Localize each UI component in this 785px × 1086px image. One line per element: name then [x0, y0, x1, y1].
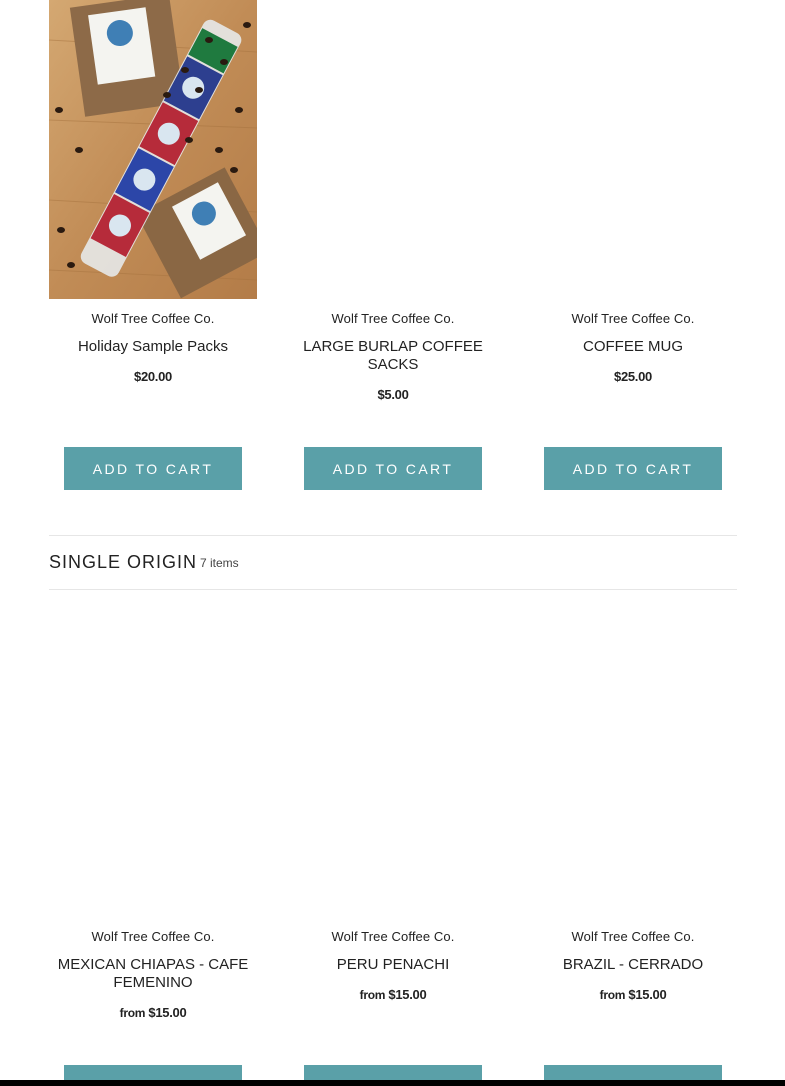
product-card-mexican-chiapas: Wolf Tree Coffee Co. MEXICAN CHIAPAS - C…	[49, 618, 257, 1038]
collection-item-count: 7 items	[200, 556, 239, 570]
product-card-coffee-mug: Wolf Tree Coffee Co. COFFEE MUG $25.00	[529, 0, 737, 420]
product-title[interactable]: COFFEE MUG	[529, 338, 737, 356]
price-prefix: from	[119, 1006, 146, 1020]
product-price: $20.00	[134, 369, 172, 384]
product-price: $5.00	[377, 387, 409, 402]
product-vendor: Wolf Tree Coffee Co.	[331, 311, 455, 326]
product-card-burlap-sacks: Wolf Tree Coffee Co. LARGE BURLAP COFFEE…	[289, 0, 497, 420]
product-vendor: Wolf Tree Coffee Co.	[571, 929, 695, 944]
product-vendor: Wolf Tree Coffee Co.	[91, 311, 215, 326]
product-title[interactable]: MEXICAN CHIAPAS - CAFE FEMENINO	[49, 956, 257, 992]
viewport-bottom-edge	[0, 1080, 785, 1086]
price-prefix: from	[359, 988, 386, 1002]
product-image-holiday-sample-packs[interactable]	[49, 0, 257, 299]
product-price: from $15.00	[529, 987, 737, 1002]
product-vendor: Wolf Tree Coffee Co.	[91, 929, 215, 944]
product-title[interactable]: Holiday Sample Packs	[49, 338, 257, 356]
product-image-mexican-chiapas[interactable]	[49, 618, 257, 917]
product-image-peru-penachi[interactable]	[289, 618, 497, 917]
product-vendor: Wolf Tree Coffee Co.	[331, 929, 455, 944]
price-value: $15.00	[388, 987, 427, 1002]
product-price: from $15.00	[49, 1005, 257, 1020]
product-title[interactable]: BRAZIL - CERRADO	[529, 956, 737, 974]
add-to-cart-button[interactable]: ADD TO CART	[304, 447, 482, 490]
product-card-brazil-cerrado: Wolf Tree Coffee Co. BRAZIL - CERRADO fr…	[529, 618, 737, 1038]
add-to-cart-button[interactable]: ADD TO CART	[64, 447, 242, 490]
product-card-holiday-sample-packs: Wolf Tree Coffee Co. Holiday Sample Pack…	[49, 0, 257, 420]
collection-title[interactable]: SINGLE ORIGIN	[49, 552, 197, 573]
product-image-burlap-sacks[interactable]	[289, 0, 497, 299]
collection-header: SINGLE ORIGIN 7 items	[49, 535, 737, 590]
add-to-cart-button[interactable]: ADD TO CART	[544, 447, 722, 490]
product-card-peru-penachi: Wolf Tree Coffee Co. PERU PENACHI from $…	[289, 618, 497, 1038]
product-image-brazil-cerrado[interactable]	[529, 618, 737, 917]
holiday-sample-packs-photo	[49, 0, 257, 299]
price-value: $15.00	[628, 987, 667, 1002]
product-image-coffee-mug[interactable]	[529, 0, 737, 299]
product-price: $25.00	[614, 369, 652, 384]
price-prefix: from	[599, 988, 626, 1002]
price-value: $15.00	[148, 1005, 187, 1020]
product-title[interactable]: LARGE BURLAP COFFEE SACKS	[289, 338, 497, 374]
product-vendor: Wolf Tree Coffee Co.	[571, 311, 695, 326]
product-title[interactable]: PERU PENACHI	[289, 956, 497, 974]
product-price: from $15.00	[289, 987, 497, 1002]
